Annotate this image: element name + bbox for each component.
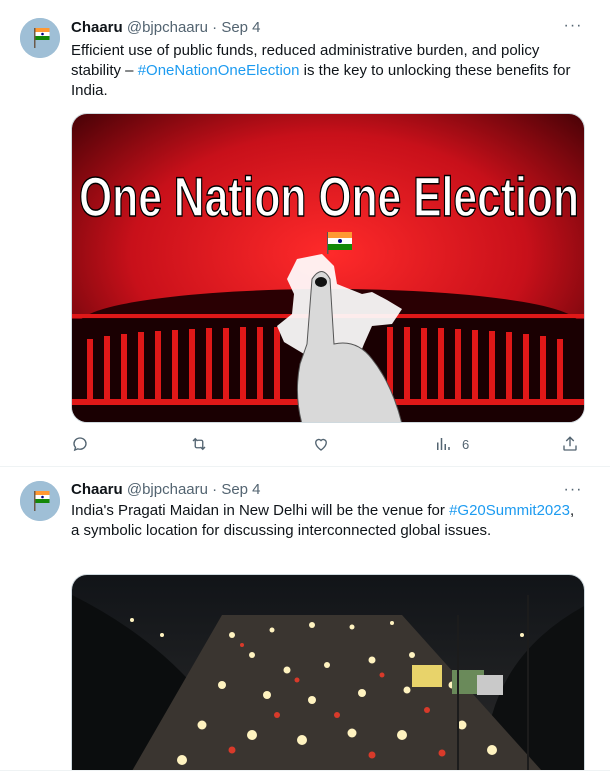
image-headline: One Nation One Election — [79, 165, 579, 228]
timestamp[interactable]: Sep 4 — [221, 481, 260, 498]
timestamp[interactable]: Sep 4 — [221, 19, 260, 36]
reply-icon — [73, 437, 87, 452]
handle[interactable]: @bjpchaaru — [127, 481, 208, 498]
display-name[interactable]: Chaaru — [71, 481, 123, 498]
tweet-image[interactable]: One Nation One Election — [71, 113, 585, 423]
more-icon[interactable]: ··· — [562, 482, 584, 498]
share-icon — [563, 436, 577, 451]
views-count: 6 — [462, 436, 470, 452]
tweet-text: Efficient use of public funds, reduced a… — [71, 41, 581, 101]
retweet-icon — [192, 437, 206, 451]
action-bar: 6 — [71, 433, 585, 455]
separator: · — [212, 481, 218, 498]
tweet-1[interactable]: Chaaru @bjpchaaru · Sep 4 ··· Efficient … — [0, 0, 610, 467]
tweet-text-part: India's Pragati Maidan in New Delhi will… — [71, 502, 450, 519]
retweet-button[interactable] — [190, 433, 208, 455]
share-button[interactable] — [561, 433, 579, 455]
separator: · — [212, 19, 218, 36]
avatar[interactable] — [20, 18, 60, 58]
hashtag-link[interactable]: #G20Summit2023 — [449, 502, 570, 519]
hashtag-link[interactable]: #OneNationOneElection — [138, 62, 300, 79]
more-icon[interactable]: ··· — [562, 18, 584, 34]
tweet-text: India's Pragati Maidan in New Delhi will… — [71, 501, 581, 541]
handle[interactable]: @bjpchaaru — [127, 19, 208, 36]
views-icon — [437, 438, 450, 450]
views-button[interactable]: 6 — [434, 433, 469, 455]
avatar[interactable] — [20, 481, 60, 521]
reply-button[interactable] — [71, 433, 89, 455]
like-icon — [315, 438, 327, 451]
tweet-image[interactable] — [71, 574, 585, 770]
like-button[interactable] — [312, 433, 330, 455]
display-name[interactable]: Chaaru — [71, 19, 123, 36]
tweet-header: Chaaru @bjpchaaru · Sep 4 — [71, 480, 261, 500]
tweet-header: Chaaru @bjpchaaru · Sep 4 — [71, 18, 261, 38]
